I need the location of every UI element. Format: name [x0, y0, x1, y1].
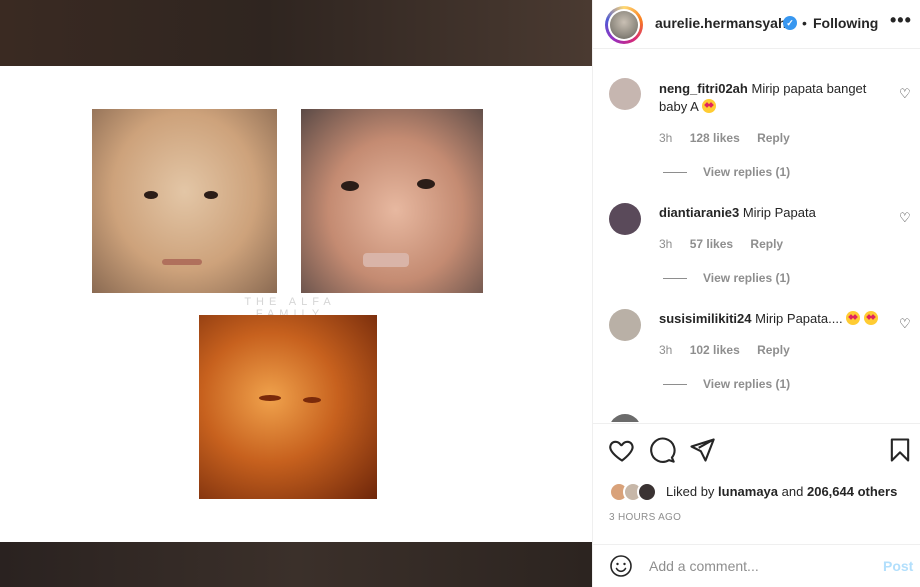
commenter-avatar[interactable] — [609, 309, 641, 341]
comments-list[interactable]: neng_fitri02ah Mirip papata banget baby … — [593, 60, 920, 422]
comment-username[interactable]: neng_fitri02ah — [659, 81, 748, 96]
author-username[interactable]: aurelie.hermansyah — [655, 15, 787, 31]
comment-likes[interactable]: 128 likes — [690, 131, 740, 145]
comment-reply-button[interactable]: Reply — [750, 237, 783, 251]
bookmark-icon[interactable] — [886, 436, 914, 464]
heart-eyes-emoji-icon — [846, 311, 861, 325]
media-top-band — [0, 0, 592, 66]
view-replies-button[interactable]: View replies (1) — [703, 377, 790, 391]
mouth-shape — [363, 253, 409, 267]
post-comment-button[interactable]: Post — [883, 558, 913, 574]
comment-meta: 3h 128 likes Reply — [659, 131, 804, 145]
mouth-shape — [162, 259, 202, 265]
post-time-ago[interactable]: 3 HOURS AGO — [609, 512, 681, 523]
verified-badge-icon: ✓ — [783, 16, 797, 30]
comment-time: 3h — [659, 131, 673, 145]
comment-like-heart-icon[interactable]: ♡ — [899, 210, 911, 226]
view-replies-button[interactable]: View replies (1) — [703, 165, 790, 179]
emoji-smiley-icon[interactable] — [609, 554, 633, 578]
comment-body: Mirip Papata.... — [755, 311, 843, 326]
comment-meta: 3h 57 likes Reply — [659, 237, 797, 251]
liked-by-user[interactable]: lunamaya — [718, 484, 778, 499]
post-media[interactable]: THE ALFA FAMILY — [0, 0, 592, 587]
comment-text: diantiaranie3 Mirip Papata — [659, 204, 889, 222]
likes-text: Liked by lunamaya and 206,644 others — [666, 484, 897, 499]
commenter-avatar[interactable] — [609, 78, 641, 110]
header-separator: • — [802, 15, 807, 31]
comment-text: susisimilikiti24 Mirip Papata.... — [659, 310, 889, 328]
eye-shape — [259, 395, 281, 401]
liked-by-prefix: Liked by — [666, 484, 715, 499]
comment-icon[interactable] — [648, 436, 676, 464]
eye-shape — [417, 179, 435, 189]
baby-photo-right — [301, 109, 483, 293]
heart-eyes-emoji-icon — [701, 99, 716, 113]
comment-likes[interactable]: 57 likes — [690, 237, 733, 251]
post-actions-bar — [593, 436, 920, 470]
comment-text: neng_fitri02ah Mirip papata banget baby … — [659, 80, 889, 116]
liked-by-others[interactable]: 206,644 others — [807, 484, 897, 499]
post-header: aurelie.hermansyah ✓ • Following ••• — [593, 0, 920, 48]
heart-eyes-emoji-icon — [863, 311, 878, 325]
add-comment-bar: Post — [593, 545, 920, 587]
eye-shape — [144, 191, 158, 199]
media-bottom-band — [0, 542, 592, 587]
comment-username[interactable]: susisimilikiti24 — [659, 311, 752, 326]
author-avatar[interactable] — [605, 6, 643, 44]
comment-time: 3h — [659, 343, 673, 357]
header-divider — [593, 48, 920, 49]
commenter-avatar[interactable] — [609, 203, 641, 235]
view-replies-line — [663, 278, 687, 279]
view-replies-button[interactable]: View replies (1) — [703, 271, 790, 285]
comment-reply-button[interactable]: Reply — [757, 131, 790, 145]
more-options-icon[interactable]: ••• — [890, 10, 912, 31]
comment-username[interactable]: diantiaranie3 — [659, 205, 739, 220]
post-side-panel: aurelie.hermansyah ✓ • Following ••• nen… — [592, 0, 920, 587]
actions-divider — [593, 423, 920, 424]
following-button[interactable]: Following — [813, 15, 878, 31]
eye-shape — [303, 397, 321, 403]
instagram-post-view: THE ALFA FAMILY aurelie.hermansyah ✓ • F… — [0, 0, 920, 587]
liked-by-and: and — [781, 484, 804, 499]
comment-reply-button[interactable]: Reply — [757, 343, 790, 357]
eye-shape — [341, 181, 359, 191]
share-icon[interactable] — [688, 436, 716, 464]
heart-icon[interactable] — [608, 436, 636, 464]
comment-like-heart-icon[interactable]: ♡ — [899, 86, 911, 102]
comment-like-heart-icon[interactable]: ♡ — [899, 316, 911, 332]
comment-likes[interactable]: 102 likes — [690, 343, 740, 357]
ultrasound-photo — [199, 315, 377, 499]
comment-time: 3h — [659, 237, 673, 251]
commenter-avatar[interactable] — [609, 414, 641, 422]
view-replies-line — [663, 384, 687, 385]
comment-body: Mirip Papata — [742, 205, 816, 220]
liker-avatars — [609, 482, 661, 502]
comment-meta: 3h 102 likes Reply — [659, 343, 804, 357]
view-replies-line — [663, 172, 687, 173]
eye-shape — [204, 191, 218, 199]
add-comment-input[interactable] — [649, 556, 849, 576]
liker-avatar[interactable] — [637, 482, 657, 502]
baby-photo-left — [92, 109, 277, 293]
